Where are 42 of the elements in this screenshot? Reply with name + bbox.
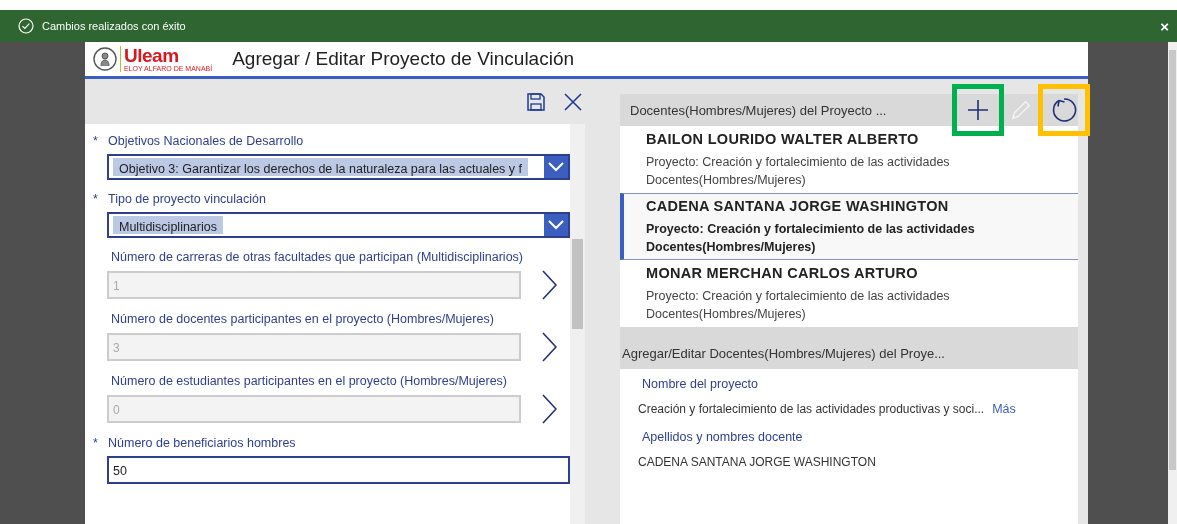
teacher-list-item[interactable]: CADENA SANTANA JORGE WASHINGTON Proyecto: Creación y fortalecimiento de las actividades Docentes(Hombres/Mujeres) [620,193,1078,260]
pencil-icon [1010,98,1032,122]
notification-message: Cambios realizados con éxito [42,20,187,32]
required-asterisk: * [93,192,99,206]
required-asterisk: * [93,134,99,148]
plus-icon [966,98,990,122]
field-label: Tipo de proyecto vinculación [108,192,266,206]
chevron-right-icon[interactable] [541,270,557,300]
chevron-down-icon [548,162,564,172]
refresh-button[interactable] [1038,84,1090,136]
field-value: CADENA SANTANA JORGE WASHINGTON [638,455,876,469]
dropdown-field[interactable]: Multidisciplinarios [107,212,570,238]
input-field[interactable]: 50 [107,456,570,484]
bust-emblem-icon [93,47,117,71]
required-asterisk: * [93,436,99,450]
detail-title: Agregar/Editar Docentes(Hombres/Mujeres) del Proye... [622,345,945,361]
logo-text: Uleam [124,46,180,65]
field-label: Nombre del proyecto [642,377,759,391]
chevron-right-icon[interactable] [541,332,557,362]
add-button[interactable] [952,84,1004,136]
field-label: Apellidos y nombres docente [642,430,803,444]
chevron-right-icon[interactable] [541,394,557,424]
more-link[interactable]: Más [992,402,1016,416]
page-scrollbar[interactable] [1168,42,1177,524]
field-value: Creación y fortalecimiento de las actividades productivas y soci... [638,402,985,416]
field-label: Número de beneficiarios hombres [108,436,296,450]
teacher-list-item[interactable]: BAILON LOURIDO WALTER ALBERTO Proyecto: Creación y fortalecimiento de las actividades Docentes(Hombres/Mujeres) [620,126,1078,193]
teacher-list-item[interactable]: MONAR MERCHAN CARLOS ARTURO Proyecto: Creación y fortalecimiento de las actividades Docentes(Hombres/Mujeres) [620,260,1078,327]
list-title: Docentes(Hombres/Mujeres) del Proyecto ... [630,102,887,118]
chevron-down-icon [548,220,564,230]
refresh-icon [1050,96,1078,124]
close-button[interactable]: × [1160,17,1169,35]
page-title: Agregar / Editar Proyecto de Vinculación [232,48,575,70]
field-label: Número de docentes participantes en el proyecto (Hombres/Mujeres) [111,312,494,326]
check-circle-icon [18,18,34,34]
field-label: Número de carreras de otras facultades que participan (Multidisciplinarios) [111,250,523,264]
field-label: Número de estudiantes participantes en el proyecto (Hombres/Mujeres) [111,374,508,388]
save-icon[interactable] [526,91,546,112]
dropdown-field[interactable]: Objetivo 3: Garantizar los derechos de la naturaleza para las actuales y f [107,154,570,180]
field-label: Objetivos Nacionales de Desarrollo [108,134,304,148]
scrollbar[interactable] [570,124,585,524]
close-icon[interactable] [563,91,583,112]
